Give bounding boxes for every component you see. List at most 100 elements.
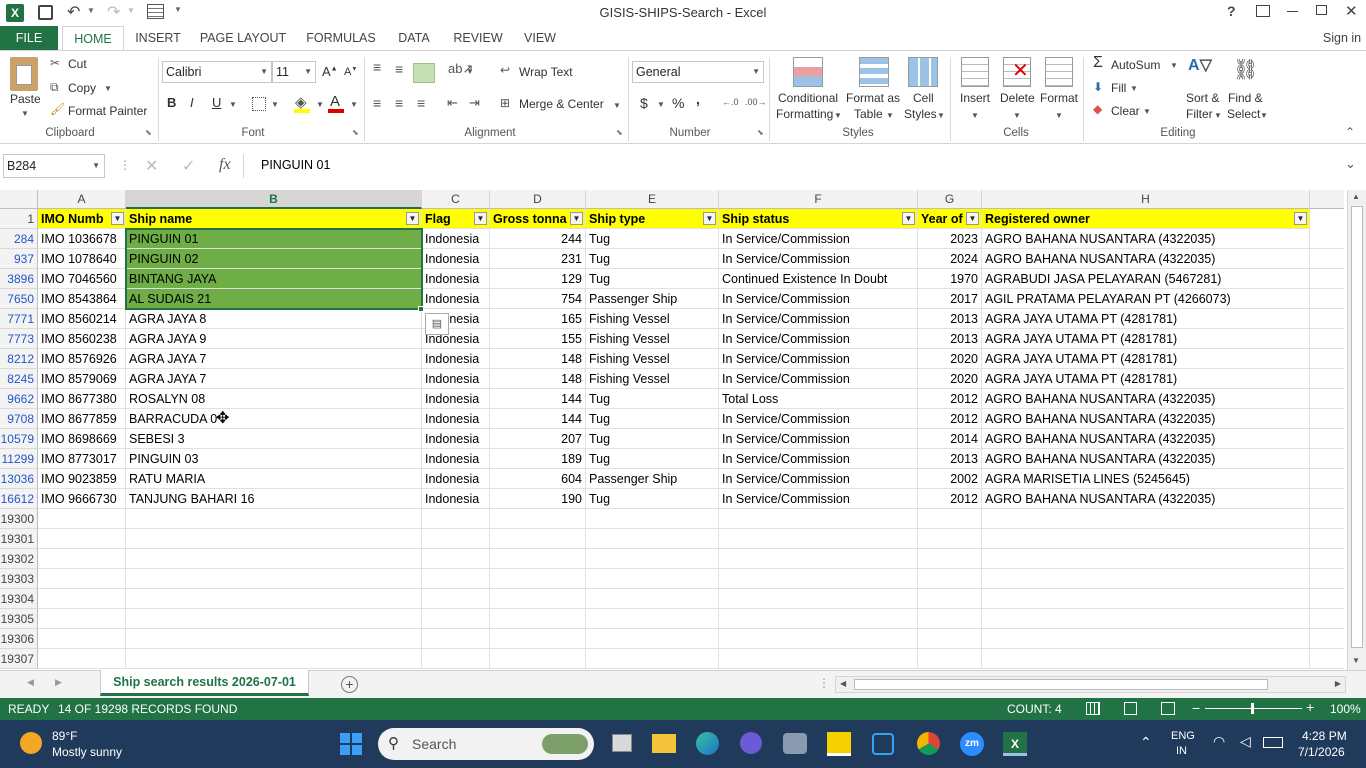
empty-cell[interactable] xyxy=(1310,509,1344,529)
filter-dropdown-icon[interactable]: ▼ xyxy=(902,212,915,225)
ship-status-cell[interactable]: In Service/Commission xyxy=(719,449,918,469)
filter-dropdown-icon[interactable]: ▼ xyxy=(474,212,487,225)
row-header[interactable]: 13036 xyxy=(0,469,38,489)
empty-cell[interactable] xyxy=(38,509,126,529)
number-launcher-icon[interactable]: ⬊ xyxy=(757,128,764,137)
empty-cell[interactable] xyxy=(126,629,422,649)
tab-insert[interactable]: INSERT xyxy=(132,26,184,50)
flag-cell[interactable]: Indonesia xyxy=(422,469,490,489)
ship-status-cell[interactable]: In Service/Commission xyxy=(719,489,918,509)
vertical-scroll-thumb[interactable] xyxy=(1351,206,1363,648)
filter-dropdown-icon[interactable]: ▼ xyxy=(966,212,979,225)
header-cell-ship-status[interactable]: Ship status xyxy=(719,209,918,229)
imo-cell[interactable]: IMO 8576926 xyxy=(38,349,126,369)
empty-cell[interactable] xyxy=(1310,349,1344,369)
row-header[interactable]: 19305 xyxy=(0,609,38,629)
format-cells-button[interactable]: Format xyxy=(1040,91,1078,105)
header-cell-ship-name[interactable]: Ship name xyxy=(126,209,422,229)
battery-icon[interactable] xyxy=(1263,737,1283,748)
name-box-dropdown-icon[interactable]: ▼ xyxy=(92,155,100,177)
volume-icon[interactable]: ◁ xyxy=(1240,733,1251,750)
row-header[interactable]: 3896 xyxy=(0,269,38,289)
row-header[interactable]: 7650 xyxy=(0,289,38,309)
font-size-dropdown-icon[interactable]: ▼ xyxy=(304,62,312,82)
sheet-prev-icon[interactable]: ◀ xyxy=(27,677,34,688)
empty-cell[interactable] xyxy=(490,649,586,669)
ship-status-cell[interactable]: In Service/Commission xyxy=(719,409,918,429)
zoom-in-icon[interactable]: + xyxy=(1306,699,1314,715)
shrink-font-icon[interactable]: A▼ xyxy=(344,66,357,78)
alignment-launcher-icon[interactable]: ⬊ xyxy=(616,128,623,137)
empty-cell[interactable] xyxy=(982,569,1310,589)
task-view-icon[interactable] xyxy=(612,734,632,752)
ship-name-cell[interactable]: PINGUIN 01 xyxy=(126,229,422,249)
empty-cell[interactable] xyxy=(719,649,918,669)
app-icon-purple[interactable] xyxy=(740,732,762,754)
ship-status-cell[interactable]: Continued Existence In Doubt xyxy=(719,269,918,289)
gross-tonnage-cell[interactable]: 754 xyxy=(490,289,586,309)
ship-status-cell[interactable]: In Service/Commission xyxy=(719,289,918,309)
column-header-d[interactable]: D xyxy=(490,190,586,209)
find-select-dropdown-icon[interactable]: ▼ xyxy=(1260,111,1268,120)
row-header[interactable]: 8212 xyxy=(0,349,38,369)
row-header[interactable]: 9662 xyxy=(0,389,38,409)
decrease-indent-icon[interactable]: ⇤ xyxy=(447,95,458,111)
excel-taskbar-icon[interactable]: X xyxy=(1003,732,1027,756)
flag-cell[interactable]: Indonesia xyxy=(422,349,490,369)
page-break-view-icon[interactable] xyxy=(1161,702,1175,715)
imo-cell[interactable]: IMO 1078640 xyxy=(38,249,126,269)
ship-name-cell[interactable]: SEBESI 3 xyxy=(126,429,422,449)
tab-home[interactable]: HOME xyxy=(62,26,124,51)
empty-cell[interactable] xyxy=(1310,409,1344,429)
empty-cell[interactable] xyxy=(126,549,422,569)
increase-indent-icon[interactable]: ⇥ xyxy=(469,95,480,111)
empty-cell[interactable] xyxy=(1310,629,1344,649)
align-bottom-icon[interactable] xyxy=(413,63,435,83)
empty-cell[interactable] xyxy=(719,609,918,629)
windows-start-icon[interactable] xyxy=(340,733,362,755)
empty-cell[interactable] xyxy=(719,509,918,529)
quick-analysis-icon[interactable]: ▤ xyxy=(425,313,449,335)
zoom-slider[interactable] xyxy=(1205,703,1302,714)
autosum-button[interactable]: AutoSum xyxy=(1111,58,1160,72)
year-cell[interactable]: 2014 xyxy=(918,429,982,449)
imo-cell[interactable]: IMO 8560214 xyxy=(38,309,126,329)
ship-type-cell[interactable]: Tug xyxy=(586,229,719,249)
scroll-up-icon[interactable]: ▲ xyxy=(1352,192,1360,201)
empty-cell[interactable] xyxy=(1310,429,1344,449)
zoom-level[interactable]: 100% xyxy=(1330,702,1361,716)
empty-cell[interactable] xyxy=(1310,609,1344,629)
gross-tonnage-cell[interactable]: 189 xyxy=(490,449,586,469)
empty-cell[interactable] xyxy=(1310,329,1344,349)
ship-type-cell[interactable]: Tug xyxy=(586,269,719,289)
insert-cells-button[interactable]: Insert xyxy=(960,91,990,105)
empty-cell[interactable] xyxy=(422,569,490,589)
registered-owner-cell[interactable]: AGRABUDI JASA PELAYARAN (5467281) xyxy=(982,269,1310,289)
insert-dropdown-icon[interactable]: ▼ xyxy=(971,111,979,120)
expand-formula-icon[interactable]: ⌄ xyxy=(1345,156,1356,172)
gross-tonnage-cell[interactable]: 155 xyxy=(490,329,586,349)
registered-owner-cell[interactable]: AGRA JAYA UTAMA PT (4281781) xyxy=(982,329,1310,349)
gross-tonnage-cell[interactable]: 231 xyxy=(490,249,586,269)
ship-status-cell[interactable]: In Service/Commission xyxy=(719,309,918,329)
scroll-right-icon[interactable]: ▶ xyxy=(1335,679,1341,688)
empty-cell[interactable] xyxy=(586,549,719,569)
ship-status-cell[interactable]: In Service/Commission xyxy=(719,249,918,269)
empty-cell[interactable] xyxy=(1310,649,1344,669)
paste-button[interactable]: Paste xyxy=(10,92,41,106)
column-header-e[interactable]: E xyxy=(586,190,719,209)
empty-cell[interactable] xyxy=(490,529,586,549)
empty-cell[interactable] xyxy=(918,509,982,529)
ship-type-cell[interactable]: Fishing Vessel xyxy=(586,309,719,329)
gross-tonnage-cell[interactable]: 148 xyxy=(490,349,586,369)
empty-cell[interactable] xyxy=(1310,569,1344,589)
underline-dropdown-icon[interactable]: ▼ xyxy=(229,100,237,109)
empty-cell[interactable] xyxy=(422,609,490,629)
empty-cell[interactable] xyxy=(1310,269,1344,289)
ship-type-cell[interactable]: Tug xyxy=(586,249,719,269)
gross-tonnage-cell[interactable]: 148 xyxy=(490,369,586,389)
empty-cell[interactable] xyxy=(422,649,490,669)
clear-button[interactable]: Clear xyxy=(1111,104,1140,118)
empty-cell[interactable] xyxy=(126,649,422,669)
empty-cell[interactable] xyxy=(38,649,126,669)
